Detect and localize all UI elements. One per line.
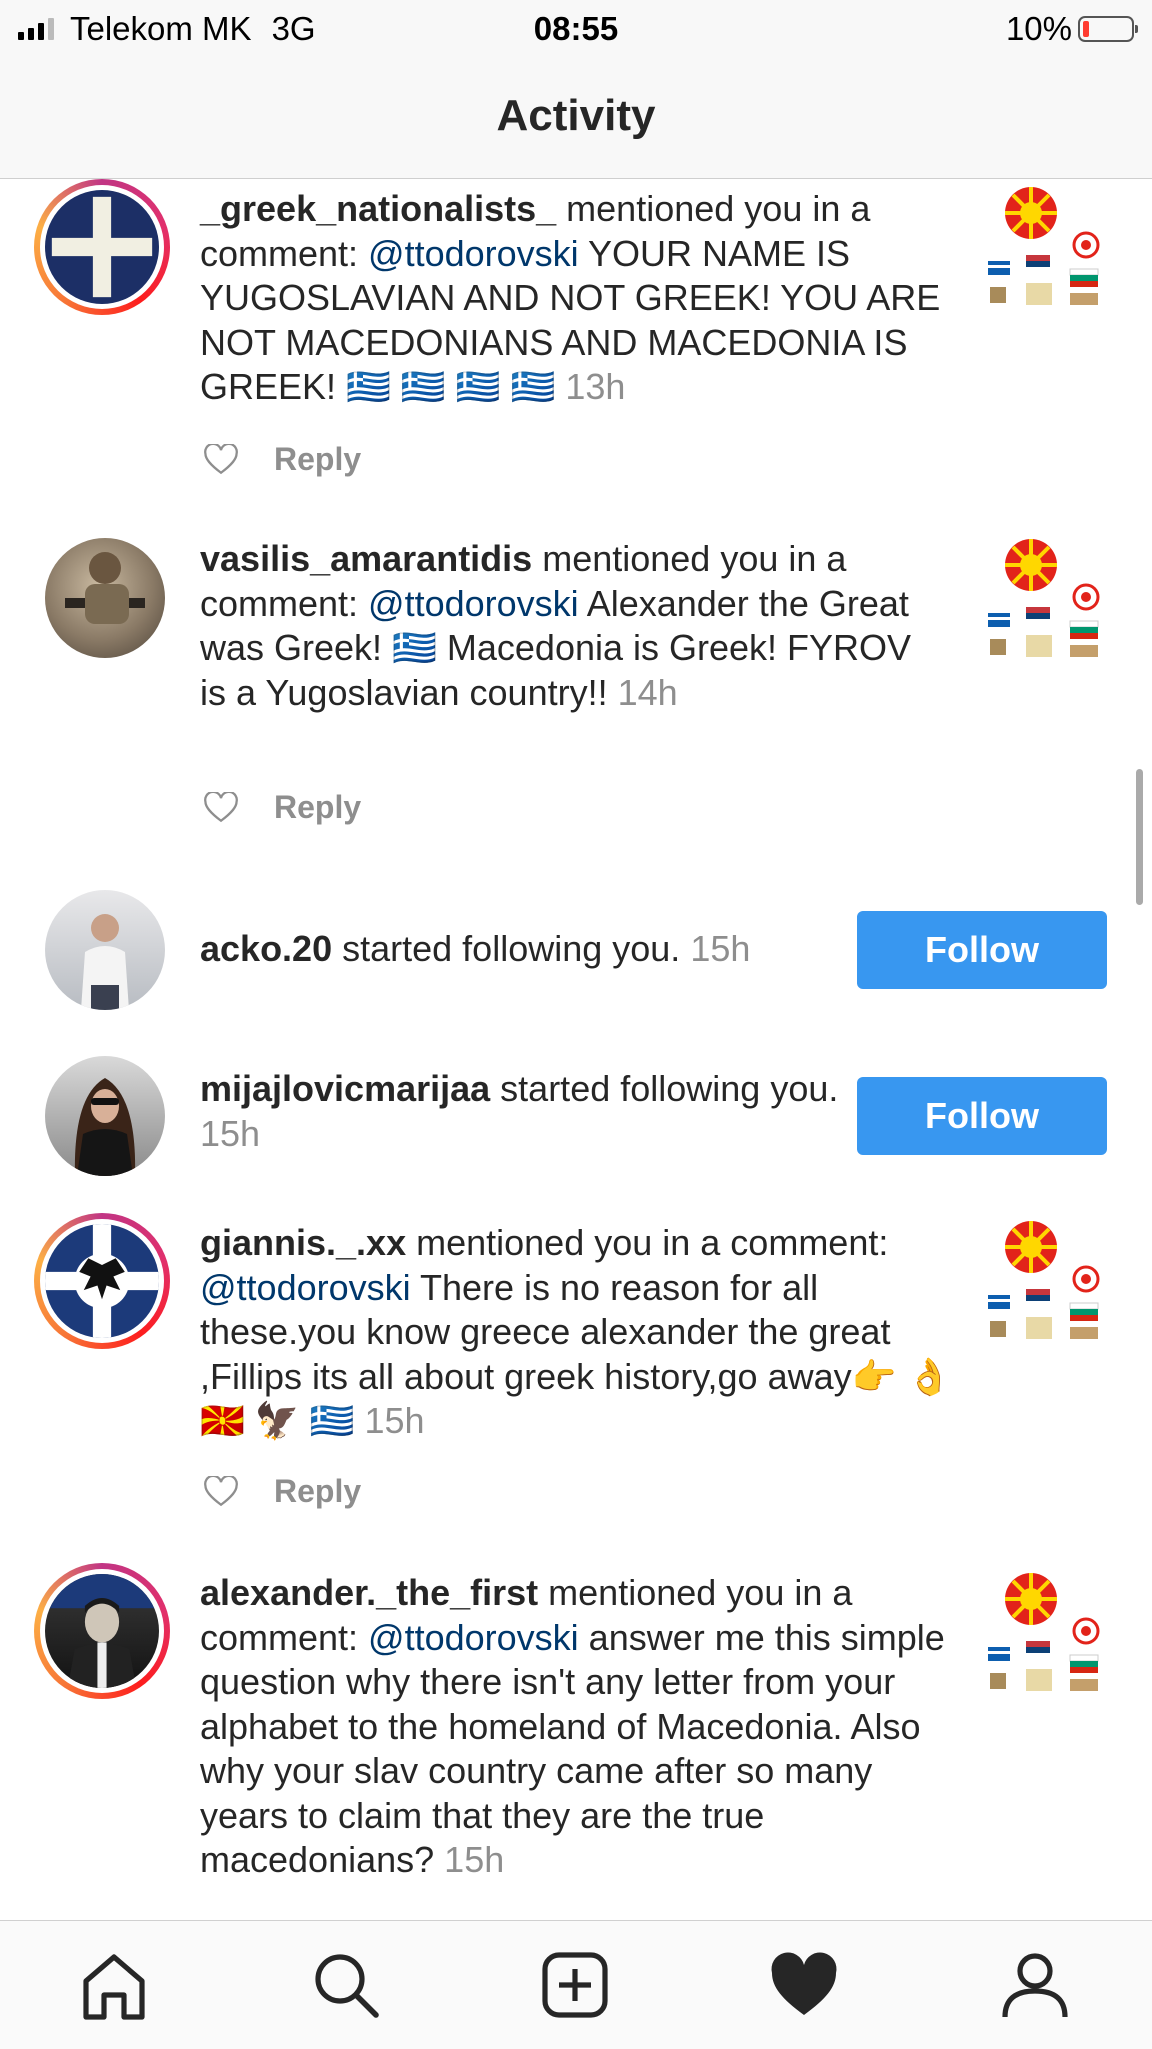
post-thumbnail[interactable] — [986, 1569, 1112, 1695]
soldier-photo — [65, 552, 145, 624]
mention-link[interactable]: @ttodorovski — [368, 583, 579, 624]
battery-status: 10% — [1005, 10, 1138, 48]
timestamp: 14h — [617, 671, 678, 713]
mention-link[interactable]: @ttodorovski — [200, 1267, 411, 1308]
avatar[interactable] — [34, 179, 170, 315]
tab-new-post[interactable] — [535, 1945, 615, 2025]
username[interactable]: alexander._the_first — [200, 1572, 538, 1613]
status-bar: Telekom MK 3G 08:55 10% — [0, 0, 1152, 60]
username[interactable]: acko.20 — [200, 928, 332, 969]
clock: 08:55 — [533, 10, 619, 47]
tab-home[interactable] — [74, 1945, 154, 2025]
king-portrait — [45, 1574, 159, 1688]
post-image — [986, 1217, 1112, 1343]
avatar[interactable] — [34, 1213, 170, 1349]
activity-text: mijajlovicmarijaa started following you.… — [200, 1067, 840, 1156]
like-heart-icon[interactable] — [204, 1475, 238, 1508]
activity-item: vasilis_amarantidis mentioned you in a c… — [0, 529, 1152, 849]
post-thumbnail[interactable] — [986, 183, 1112, 309]
profile-icon — [1002, 1953, 1068, 2018]
battery-icon — [1078, 16, 1138, 42]
username[interactable]: mijajlovicmarijaa — [200, 1068, 490, 1109]
home-icon — [83, 1954, 145, 2020]
activity-text: vasilis_amarantidis mentioned you in a c… — [200, 537, 940, 715]
avatar[interactable] — [45, 890, 165, 1010]
person-photo — [74, 1078, 136, 1176]
page-title: Activity — [496, 91, 656, 140]
timestamp: 15h — [364, 1400, 425, 1441]
username[interactable]: vasilis_amarantidis — [200, 538, 532, 579]
activity-text: giannis._.xx mentioned you in a comment:… — [200, 1221, 960, 1444]
avatar[interactable] — [45, 538, 165, 658]
new-post-icon — [542, 1952, 608, 2018]
post-image — [986, 535, 1112, 661]
mention-link[interactable]: @ttodorovski — [368, 233, 579, 274]
activity-text: acko.20 started following you. 15h — [200, 927, 840, 972]
battery-percentage: 10% — [1005, 10, 1072, 47]
action-text: started following you. — [490, 1068, 839, 1109]
tab-activity[interactable] — [764, 1945, 844, 2025]
header: Activity — [0, 60, 1152, 179]
bottom-tab-bar — [0, 1920, 1152, 2049]
username[interactable]: giannis._.xx — [200, 1222, 406, 1263]
activity-item: giannis._.xx mentioned you in a comment:… — [0, 1213, 1152, 1533]
tab-profile[interactable] — [995, 1945, 1075, 2025]
like-heart-icon[interactable] — [204, 443, 238, 476]
reply-button[interactable]: Reply — [274, 1473, 361, 1510]
timestamp: 15h — [690, 928, 751, 969]
follow-button[interactable]: Follow — [857, 911, 1107, 989]
post-image — [986, 183, 1112, 309]
follow-button[interactable]: Follow — [857, 1077, 1107, 1155]
post-thumbnail[interactable] — [986, 1217, 1112, 1343]
reply-button[interactable]: Reply — [274, 789, 361, 826]
comment-actions: Reply — [204, 789, 361, 826]
activity-heart-icon — [771, 1952, 837, 2015]
username[interactable]: _greek_nationalists_ — [200, 188, 556, 229]
reply-button[interactable]: Reply — [274, 441, 361, 478]
timestamp: 15h — [444, 1839, 505, 1880]
avatar[interactable] — [45, 1056, 165, 1176]
double-eagle-icon — [45, 1224, 159, 1338]
post-image — [986, 1569, 1112, 1695]
activity-item: _greek_nationalists_ mentioned you in a … — [0, 179, 1152, 509]
person-photo — [81, 914, 129, 1010]
comment-actions: Reply — [204, 1473, 361, 1510]
search-icon — [315, 1954, 379, 2018]
activity-item: acko.20 started following you. 15h Follo… — [0, 889, 1152, 1019]
activity-text: _greek_nationalists_ mentioned you in a … — [200, 187, 960, 410]
activity-item: alexander._the_first mentioned you in a … — [0, 1563, 1152, 1919]
action-text: mentioned you in a comment: — [406, 1222, 889, 1263]
greek-cross-icon — [51, 196, 153, 298]
timestamp: 13h — [565, 366, 626, 407]
action-text: started following you. — [332, 928, 691, 969]
scrollbar[interactable] — [1136, 769, 1143, 905]
avatar[interactable] — [34, 1563, 170, 1699]
activity-text: alexander._the_first mentioned you in a … — [200, 1571, 960, 1883]
post-thumbnail[interactable] — [986, 535, 1112, 661]
timestamp: 15h — [200, 1112, 261, 1154]
comment-actions: Reply — [204, 441, 361, 478]
activity-item: mijajlovicmarijaa started following you.… — [0, 1055, 1152, 1185]
mention-link[interactable]: @ttodorovski — [368, 1617, 579, 1658]
activity-feed[interactable]: _greek_nationalists_ mentioned you in a … — [0, 179, 1152, 1919]
like-heart-icon[interactable] — [204, 791, 238, 824]
tab-search[interactable] — [306, 1945, 386, 2025]
